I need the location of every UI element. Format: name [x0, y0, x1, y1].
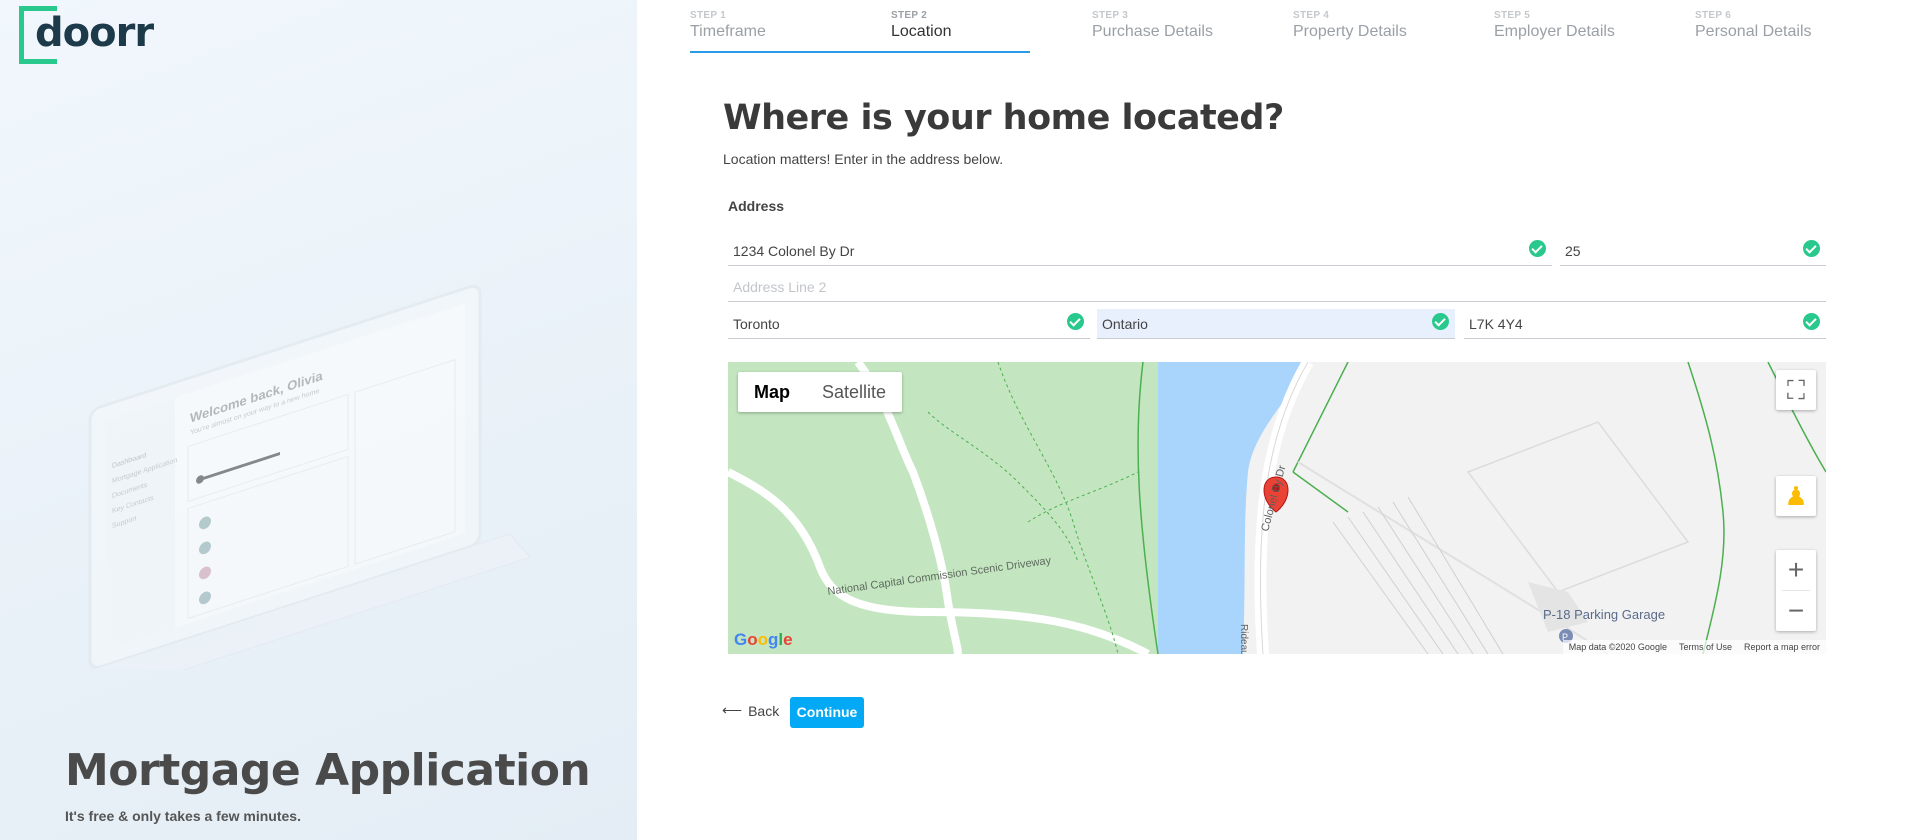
- city-field[interactable]: Toronto: [728, 309, 1090, 339]
- province-value: Ontario: [1102, 316, 1148, 332]
- pegman-icon[interactable]: ♟: [1776, 476, 1816, 516]
- check-icon: [1529, 240, 1546, 257]
- parking-label: P-18 Parking Garage: [1543, 607, 1666, 622]
- step-label: Location: [891, 23, 952, 40]
- unit-field[interactable]: 25: [1560, 236, 1826, 266]
- step-number: STEP 4: [1293, 10, 1330, 21]
- step-2[interactable]: STEP 2 Location: [891, 10, 1061, 41]
- fullscreen-icon[interactable]: ⛶: [1776, 370, 1816, 410]
- city-value: Toronto: [733, 316, 780, 332]
- check-icon: [1067, 313, 1084, 330]
- arrow-left-icon: ⟵: [722, 702, 743, 718]
- step-number: STEP 5: [1494, 10, 1531, 21]
- postal-code-field[interactable]: L7K 4Y4: [1464, 309, 1826, 339]
- step-label: Personal Details: [1695, 23, 1812, 40]
- step-number: STEP 3: [1092, 10, 1129, 21]
- zoom-out-icon[interactable]: −: [1776, 591, 1816, 631]
- map-type-satellite-button[interactable]: Satellite: [806, 372, 902, 412]
- step-4[interactable]: STEP 4 Property Details: [1293, 10, 1463, 41]
- step-5[interactable]: STEP 5 Employer Details: [1494, 10, 1664, 41]
- check-icon: [1803, 313, 1820, 330]
- step-1[interactable]: STEP 1 Timeframe: [690, 10, 860, 41]
- location-map[interactable]: National Capital Commission Scenic Drive…: [728, 362, 1826, 654]
- unit-value: 25: [1565, 243, 1581, 259]
- road-label-rideau: Rideau: [1238, 624, 1249, 654]
- map-attribution: Map data ©2020 Google Terms of Use Repor…: [1562, 640, 1826, 654]
- logo-text: doorr: [35, 10, 154, 56]
- continue-button[interactable]: Continue: [790, 697, 864, 728]
- step-number: STEP 2: [891, 10, 928, 21]
- postal-code-value: L7K 4Y4: [1469, 316, 1523, 332]
- address-line-2-field[interactable]: Address Line 2: [728, 272, 1826, 302]
- address-line-2-placeholder: Address Line 2: [733, 279, 827, 295]
- page-subtitle: Location matters! Enter in the address b…: [723, 151, 1004, 167]
- map-type-control: Map Satellite: [738, 372, 903, 412]
- report-map-error-link[interactable]: Report a map error: [1744, 642, 1820, 652]
- step-label: Employer Details: [1494, 23, 1615, 40]
- zoom-control: + −: [1776, 550, 1816, 631]
- zoom-in-icon[interactable]: +: [1776, 550, 1816, 590]
- check-icon: [1432, 313, 1449, 330]
- check-icon: [1803, 240, 1820, 257]
- street-value: 1234 Colonel By Dr: [733, 243, 855, 259]
- step-progress-bar: [690, 51, 1030, 53]
- step-label: Property Details: [1293, 23, 1407, 40]
- step-number: STEP 1: [690, 10, 727, 21]
- page-title: Where is your home located?: [723, 98, 1284, 138]
- doorr-logo[interactable]: doorr: [19, 6, 154, 66]
- hero-subtitle: It's free & only takes a few minutes.: [65, 808, 301, 824]
- step-number: STEP 6: [1695, 10, 1732, 21]
- laptop-illustration: Welcome back, Olivia You're almost on yo…: [60, 284, 530, 670]
- hero-panel: doorr Welcome back, Olivia You're almost…: [0, 0, 637, 840]
- step-label: Purchase Details: [1092, 23, 1213, 40]
- google-logo[interactable]: Google: [734, 630, 793, 650]
- address-label: Address: [728, 198, 785, 214]
- street-field[interactable]: 1234 Colonel By Dr: [728, 236, 1552, 266]
- step-progress: STEP 1 Timeframe STEP 2 Location STEP 3 …: [690, 10, 1870, 55]
- map-type-map-button[interactable]: Map: [738, 372, 806, 412]
- back-button[interactable]: ⟵ Back: [722, 702, 779, 719]
- terms-link[interactable]: Terms of Use: [1679, 642, 1732, 652]
- map-data-credit: Map data ©2020 Google: [1568, 642, 1667, 652]
- step-label: Timeframe: [690, 23, 766, 40]
- step-3[interactable]: STEP 3 Purchase Details: [1092, 10, 1262, 41]
- back-label: Back: [748, 702, 780, 719]
- province-field[interactable]: Ontario: [1097, 309, 1455, 339]
- step-6[interactable]: STEP 6 Personal Details: [1695, 10, 1865, 41]
- hero-title: Mortgage Application: [65, 745, 591, 796]
